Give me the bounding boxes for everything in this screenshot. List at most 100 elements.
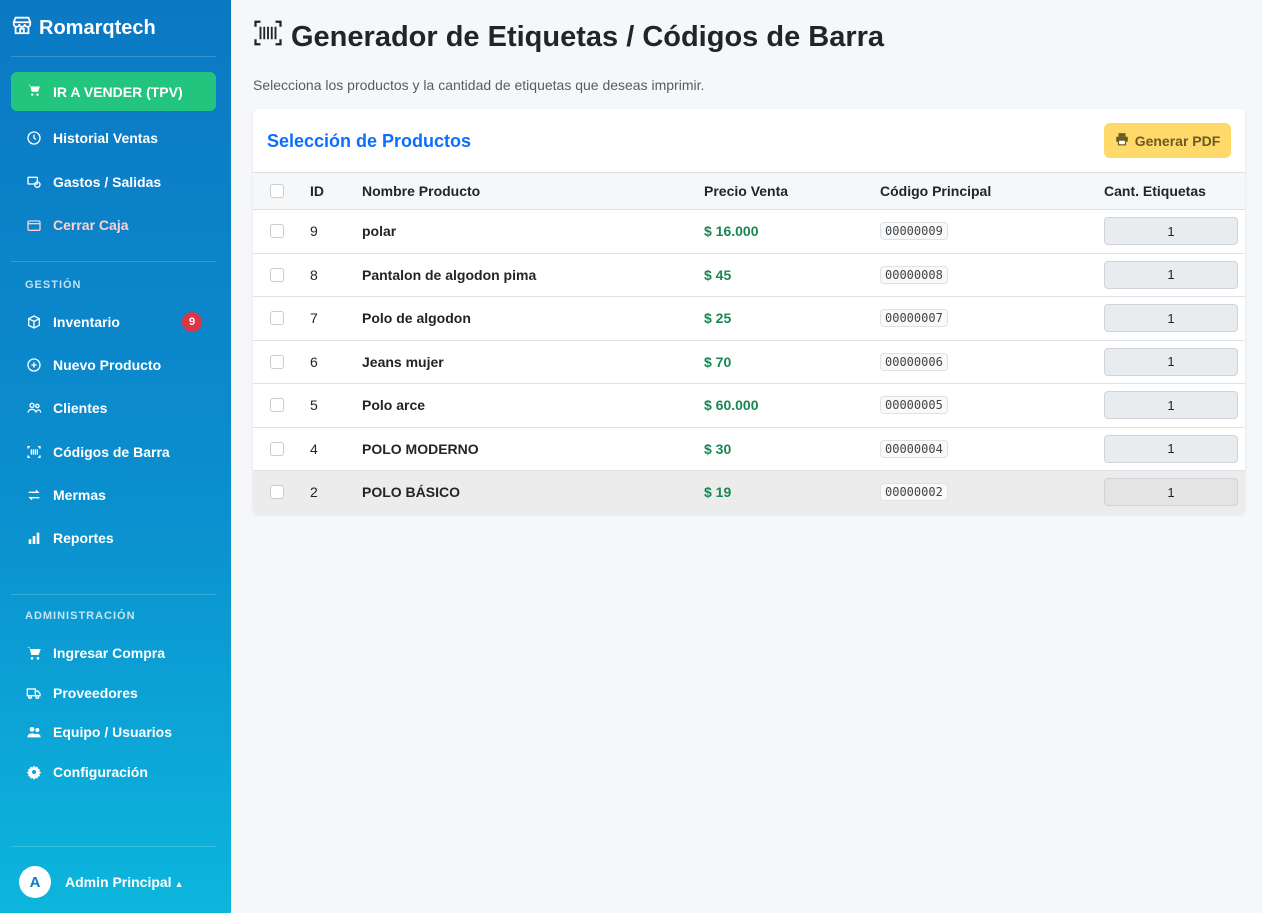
row-checkbox[interactable] [270,311,284,326]
table-row[interactable]: 9 polar $ 16.000 00000009 [253,210,1245,254]
row-select-cell [253,253,310,297]
sidebar-item-cerrar-caja[interactable]: Cerrar Caja [25,216,129,233]
row-select-cell [253,210,310,254]
page-subtitle: Selecciona los productos y la cantidad d… [253,77,705,93]
row-id: 6 [310,353,318,370]
sidebar-item-label: Equipo / Usuarios [53,723,173,740]
product-selection-card: Selección de Productos Generar PDF ID No… [253,109,1245,514]
sidebar-item-inventario[interactable]: Inventario [25,313,120,330]
label-quantity-input[interactable] [1104,217,1238,246]
row-code: 00000004 [880,439,948,458]
table-header: ID Nombre Producto Precio Venta Código P… [253,172,1245,210]
row-id: 5 [310,397,318,414]
label-quantity-input[interactable] [1104,304,1238,333]
row-code-cell: 00000004 [880,427,1104,471]
col-price: Precio Venta [704,172,880,210]
sidebar-item-gastos[interactable]: Gastos / Salidas [25,173,161,190]
table-row[interactable]: 8 Pantalon de algodon pima $ 45 00000008 [253,253,1245,297]
row-code-cell: 00000006 [880,340,1104,384]
sidebar-item-label: Historial Ventas [53,129,159,146]
row-checkbox[interactable] [270,441,284,456]
label-quantity-input[interactable] [1104,434,1238,463]
sidebar-item-label: Cerrar Caja [53,216,129,233]
sidebar-item-historial[interactable]: Historial Ventas [25,129,158,146]
row-name: Jeans mujer [362,353,444,370]
sidebar-item-clientes[interactable]: Clientes [25,399,107,416]
label-quantity-input[interactable] [1104,260,1238,289]
row-checkbox[interactable] [270,398,284,413]
inventory-count-badge: 9 [182,312,202,332]
barcode-icon [253,18,283,56]
select-all-cell [253,172,310,210]
sidebar-item-label: Mermas [53,486,106,503]
page-title: Generador de Etiquetas / Códigos de Barr… [253,18,884,56]
user-menu[interactable]: A Admin Principal ▲ [19,866,184,898]
label-quantity-input[interactable] [1104,478,1238,507]
row-qty-cell [1104,471,1245,515]
card-title: Selección de Productos [267,131,472,151]
row-checkbox[interactable] [270,267,284,282]
row-code-cell: 00000002 [880,471,1104,515]
row-qty-cell [1104,384,1245,428]
page-title-text: Generador de Etiquetas / Códigos de Barr… [291,20,885,53]
label-quantity-input[interactable] [1104,391,1238,420]
row-code: 00000007 [880,309,948,328]
row-code-cell: 00000005 [880,384,1104,428]
row-qty-cell [1104,253,1245,297]
table-row[interactable]: 5 Polo arce $ 60.000 00000005 [253,384,1245,428]
brand-name: Romarqtech [39,16,156,39]
clock-icon [25,129,42,146]
row-price: $ 19 [704,484,732,501]
gear-icon [25,763,42,780]
table-row[interactable]: 6 Jeans mujer $ 70 00000006 [253,340,1245,384]
table-row[interactable]: 7 Polo de algodon $ 25 00000007 [253,297,1245,341]
row-price: $ 45 [704,266,732,283]
cart-icon [27,83,41,100]
row-price: $ 60.000 [704,397,759,414]
row-select-cell [253,297,310,341]
sidebar-item-mermas[interactable]: Mermas [25,486,106,503]
sidebar-item-configuracion[interactable]: Configuración [25,763,148,780]
col-qty: Cant. Etiquetas [1104,172,1245,210]
row-checkbox[interactable] [270,354,284,369]
sell-button[interactable]: IR A VENDER (TPV) [11,72,216,111]
sidebar-item-nuevo-producto[interactable]: Nuevo Producto [25,356,161,373]
sidebar-item-proveedores[interactable]: Proveedores [25,684,138,701]
row-qty-cell [1104,297,1245,341]
row-checkbox[interactable] [270,485,284,500]
row-name: Polo de algodon [362,310,471,327]
row-code: 00000006 [880,352,948,371]
generate-pdf-label: Generar PDF [1134,132,1221,149]
sidebar-item-reportes[interactable]: Reportes [25,529,114,546]
sidebar-item-ingresar-compra[interactable]: Ingresar Compra [25,644,165,661]
row-name: POLO BÁSICO [362,484,461,501]
divider [11,594,216,595]
select-all-checkbox[interactable] [270,184,284,198]
plus-circle-icon [25,356,42,373]
sidebar-item-equipo-usuarios[interactable]: Equipo / Usuarios [25,723,172,740]
table-row[interactable]: 2 POLO BÁSICO $ 19 00000002 [253,470,1245,515]
cart-icon [25,644,42,661]
row-name: Pantalon de algodon pima [362,266,537,283]
row-price: $ 70 [704,353,732,370]
row-price: $ 25 [704,310,732,327]
row-id: 9 [310,223,318,240]
row-select-cell [253,384,310,428]
row-code: 00000008 [880,265,948,284]
row-select-cell [253,427,310,471]
row-id: 2 [310,484,318,501]
row-qty-cell [1104,427,1245,471]
people-icon [25,399,42,416]
row-id: 8 [310,266,318,283]
store-icon [11,14,33,42]
brand[interactable]: Romarqtech [11,14,156,42]
box-icon [25,313,42,330]
sidebar-item-codigos-barra[interactable]: Códigos de Barra [25,443,170,460]
row-checkbox[interactable] [270,224,284,239]
row-qty-cell [1104,340,1245,384]
generate-pdf-button[interactable]: Generar PDF [1104,123,1231,158]
sidebar-item-label: Ingresar Compra [53,644,166,661]
label-quantity-input[interactable] [1104,347,1238,376]
table-row[interactable]: 4 POLO MODERNO $ 30 00000004 [253,427,1245,471]
sidebar: Romarqtech IR A VENDER (TPV) Historial V… [0,0,231,913]
